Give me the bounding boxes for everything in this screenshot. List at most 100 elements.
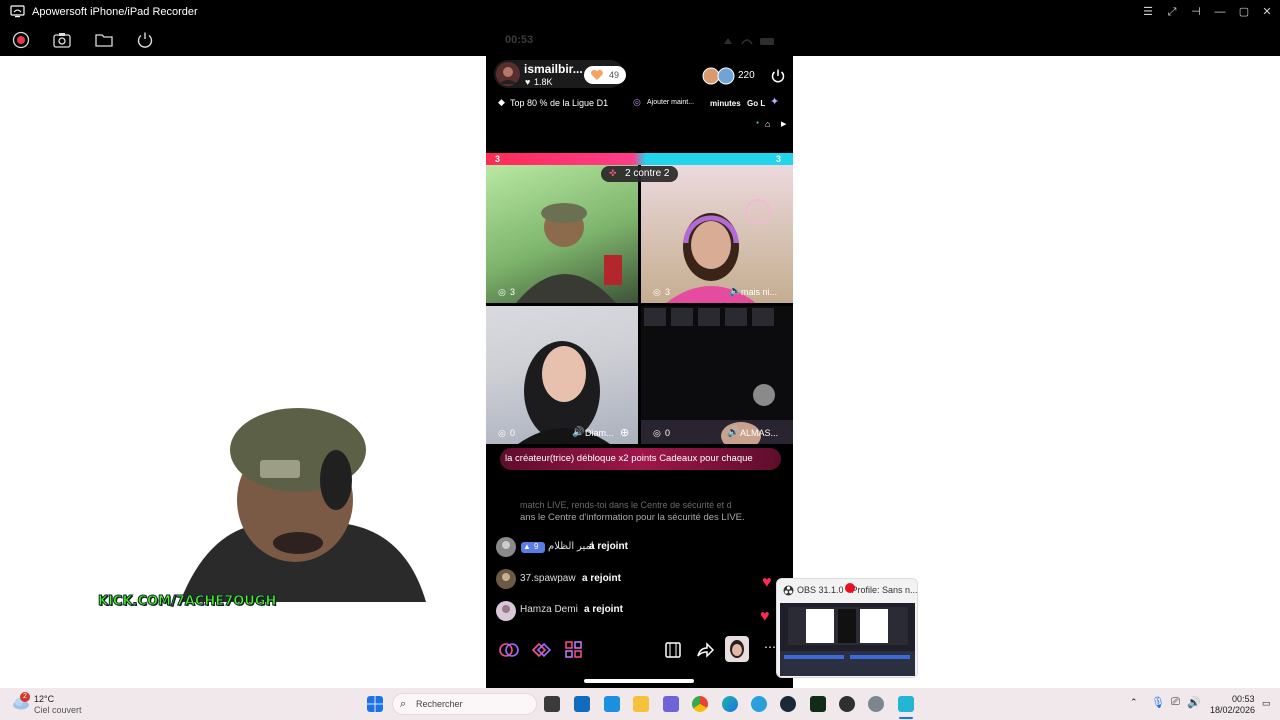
level-up-icon: ▲ — [523, 542, 531, 551]
telegram-icon[interactable] — [751, 696, 767, 712]
obs-thumbnail — [780, 603, 915, 676]
join-name-3[interactable]: Hamza Demi — [520, 604, 578, 615]
join-level: 9 — [534, 542, 539, 551]
weather-badge: 2 — [20, 692, 30, 702]
exit-live-power-icon[interactable] — [770, 68, 786, 84]
tile-3-score: 0 — [510, 428, 516, 438]
host-likes-heart-icon: ♥ — [525, 77, 531, 87]
outlook-icon[interactable] — [604, 696, 620, 712]
pin-icon[interactable]: ⊣ — [1188, 4, 1204, 20]
open-folder-button[interactable] — [94, 31, 114, 49]
add-icon: ◎ — [633, 97, 641, 107]
edge-icon[interactable] — [722, 696, 738, 712]
video-tile-1[interactable]: ◎ 3 — [486, 165, 638, 303]
add-label[interactable]: Ajouter maint... — [647, 99, 694, 106]
ticker-go: Go L — [747, 99, 766, 108]
microphone-icon[interactable]: 🎙 — [1151, 696, 1165, 709]
chrome-icon[interactable] — [692, 696, 708, 712]
clip-film-icon[interactable] — [663, 640, 683, 660]
join-action-1: a rejoint — [589, 541, 628, 552]
floating-heart-icon: ♥ — [762, 574, 772, 591]
video-tile-3[interactable]: ◎ 0 🔊 Diam... ⊕ — [486, 306, 638, 444]
notifications-icon[interactable]: ▭ — [1262, 698, 1271, 709]
join-avatar-2 — [496, 569, 516, 589]
obs-popup-title: OBS 31.1.0 - Profile: Sans n... — [797, 585, 918, 595]
minimize-icon[interactable]: — — [1212, 4, 1228, 20]
clock-date[interactable]: 18/02/2026 — [1210, 705, 1255, 715]
more-options-icon[interactable]: ⋯ — [764, 640, 776, 654]
volume-icon[interactable]: 🔊 — [1187, 696, 1201, 709]
ticker-minutes: minutes — [710, 99, 741, 108]
obs-icon[interactable] — [839, 696, 855, 712]
chevron-right-icon[interactable]: ▶ — [781, 120, 786, 128]
versus-icon: ✜ — [609, 168, 617, 178]
video-tile-2[interactable]: ◎ 3 🔊 mais ni... — [641, 165, 793, 303]
store-icon[interactable] — [574, 696, 590, 712]
weather-temp[interactable]: 12°C — [34, 694, 54, 704]
search-icon: ⌕ — [400, 698, 407, 710]
close-icon[interactable]: ✕ — [1259, 4, 1275, 20]
system-message-line-1: match LIVE, rends-toi dans le Centre de … — [520, 500, 732, 510]
battle-link-icon[interactable] — [529, 640, 553, 660]
join-name-2[interactable]: 37.spawpaw — [520, 573, 576, 584]
clock-time[interactable]: 00:53 — [1232, 694, 1255, 704]
terminal-icon[interactable] — [810, 696, 826, 712]
host-avatar — [496, 62, 520, 86]
teams-icon[interactable] — [663, 696, 679, 712]
task-view-icon[interactable] — [544, 696, 560, 712]
settings-icon[interactable] — [868, 696, 884, 712]
heart-count: 49 — [609, 70, 620, 80]
home-indicator[interactable] — [584, 679, 694, 683]
window-title: Apowersoft iPhone/iPad Recorder — [32, 6, 198, 18]
tile-1-gift-icon: ◎ — [498, 287, 506, 297]
recorder-icon[interactable] — [898, 696, 914, 712]
rematch-icon[interactable] — [498, 640, 520, 660]
tile-3-speaker-icon: 🔊 — [572, 427, 585, 438]
search-placeholder: Rechercher — [416, 699, 463, 709]
top-viewers-avatars[interactable] — [702, 67, 738, 85]
windows-taskbar: 2 12°C Ciel couvert ⌕ Rechercher ⌃ 🎙 ⎚ 🔊… — [0, 688, 1280, 720]
home-icon[interactable]: ⌂ — [765, 119, 770, 129]
league-ranking[interactable]: Top 80 % de la Ligue D1 — [510, 98, 608, 108]
steam-icon[interactable] — [780, 696, 796, 712]
screenshot-camera-button[interactable] — [52, 31, 72, 49]
kick-channel-overlay: KICK.COM/7ACHE7OUGH — [97, 594, 276, 610]
join-name-1[interactable]: امير الظلام — [548, 541, 594, 552]
taskbar-search-box[interactable]: ⌕ Rechercher — [392, 693, 537, 715]
host-likes: 1.8K — [534, 77, 553, 87]
streamer-silhouette — [518, 341, 610, 444]
share-icon[interactable] — [695, 640, 715, 660]
tile-4-score: 0 — [665, 428, 671, 438]
network-icon[interactable]: ⎚ — [1171, 696, 1180, 709]
maximize-icon[interactable]: ▢ — [1236, 4, 1252, 20]
grid-apps-icon[interactable] — [564, 640, 584, 660]
obs-preview-popup[interactable]: OBS 31.1.0 - Profile: Sans n... — [776, 578, 918, 678]
tile-2-score: 3 — [665, 287, 671, 297]
join-action-3: a rejoint — [584, 604, 623, 615]
tray-chevron-up-icon[interactable]: ⌃ — [1130, 697, 1138, 708]
tile-2-speaker-icon: 🔊 — [729, 286, 742, 297]
record-button[interactable] — [11, 31, 31, 49]
tile-4-caption: ALMAS... — [740, 428, 779, 438]
tile-3-caption: Diam... — [585, 428, 614, 438]
host-name: ismailbir... — [524, 62, 583, 76]
weather-condition[interactable]: Ciel couvert — [34, 705, 82, 715]
fullscreen-icon[interactable]: ⤢ — [1164, 4, 1180, 20]
active-app-indicator — [899, 717, 913, 719]
gift-user-avatar[interactable] — [724, 635, 750, 663]
file-explorer-icon[interactable] — [633, 696, 649, 712]
viewer-count[interactable]: 220 — [738, 70, 755, 81]
tile-3-add-icon[interactable]: ⊕ — [620, 426, 629, 439]
floating-heart-icon: ♥ — [760, 608, 770, 625]
status-icons — [724, 38, 774, 45]
video-tile-4[interactable]: ◎ 0 🔊 ALMAS... — [641, 306, 793, 444]
join-action-2: a rejoint — [582, 573, 621, 584]
power-button[interactable] — [135, 31, 155, 49]
tile-4-speaker-icon: 🔊 — [727, 427, 740, 438]
streamer-silhouette — [666, 199, 771, 303]
list-menu-icon[interactable]: ☰ — [1140, 4, 1156, 20]
join-level-badge: ▲ 9 — [521, 542, 545, 553]
windows-start-icon[interactable] — [367, 696, 383, 712]
online-dot-icon: ● — [756, 120, 760, 126]
follow-heart-button[interactable]: 49 — [584, 66, 626, 84]
